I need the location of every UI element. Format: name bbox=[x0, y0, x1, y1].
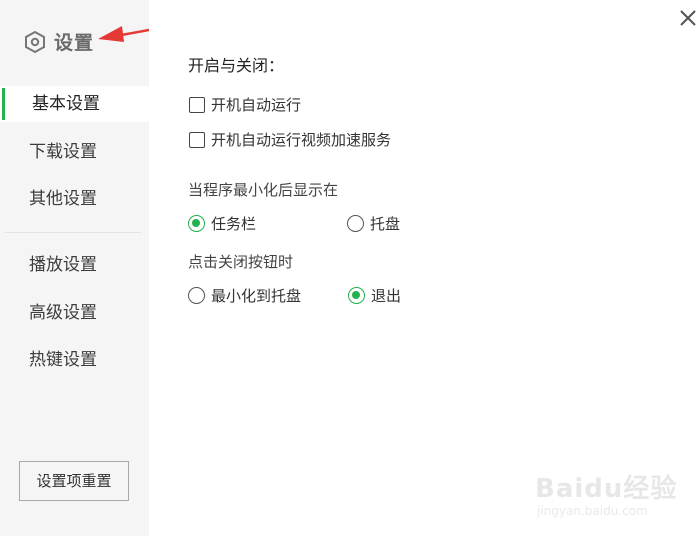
radio-label: 任务栏 bbox=[211, 215, 257, 233]
sidebar-item-label: 其他设置 bbox=[29, 189, 97, 209]
radio-indicator[interactable] bbox=[188, 215, 205, 232]
radio-label: 最小化到托盘 bbox=[211, 287, 302, 305]
radio-indicator[interactable] bbox=[188, 287, 205, 304]
checkbox-label: 开机自动运行视频加速服务 bbox=[211, 131, 392, 149]
settings-hexagon-icon bbox=[25, 30, 45, 53]
sidebar-item-playback[interactable]: 播放设置 bbox=[0, 247, 149, 283]
minimize-group-label: 当程序最小化后显示在 bbox=[188, 181, 339, 199]
main-panel: 开启与关闭： 开机自动运行 开机自动运行视频加速服务 当程序最小化后显示在 任务… bbox=[149, 0, 700, 536]
checkbox-label: 开机自动运行 bbox=[211, 96, 302, 114]
close-group-label: 点击关闭按钮时 bbox=[188, 253, 294, 271]
sidebar-item-download[interactable]: 下载设置 bbox=[0, 134, 149, 170]
radio-label: 托盘 bbox=[370, 215, 401, 233]
section-title-startup: 开启与关闭： bbox=[188, 56, 285, 75]
sidebar-item-label: 下载设置 bbox=[29, 142, 97, 162]
radio-minimize-to-tray[interactable]: 最小化到托盘 bbox=[188, 285, 301, 306]
sidebar-item-other[interactable]: 其他设置 bbox=[0, 181, 149, 217]
watermark-text: Baidu经验 bbox=[535, 474, 678, 504]
reset-settings-button[interactable]: 设置项重置 bbox=[19, 461, 129, 501]
sidebar-item-label: 播放设置 bbox=[29, 255, 97, 275]
radio-exit[interactable]: 退出 bbox=[348, 285, 401, 306]
close-icon[interactable] bbox=[676, 6, 700, 30]
radio-tray[interactable]: 托盘 bbox=[347, 213, 400, 234]
sidebar-item-label: 基本设置 bbox=[32, 94, 100, 114]
checkbox-box[interactable] bbox=[189, 131, 205, 148]
sidebar-item-hotkey[interactable]: 热键设置 bbox=[0, 342, 149, 378]
radio-indicator[interactable] bbox=[348, 287, 365, 304]
radio-label: 退出 bbox=[371, 287, 402, 305]
sidebar-item-label: 热键设置 bbox=[29, 350, 97, 370]
sidebar-item-label: 高级设置 bbox=[29, 303, 97, 323]
auto-start-checkbox[interactable]: 开机自动运行 bbox=[189, 94, 301, 115]
settings-title: 设置 bbox=[24, 28, 94, 55]
checkbox-box[interactable] bbox=[189, 96, 205, 113]
sidebar-item-advanced[interactable]: 高级设置 bbox=[0, 295, 149, 331]
page-title: 设置 bbox=[54, 32, 95, 54]
radio-taskbar[interactable]: 任务栏 bbox=[188, 213, 256, 234]
sidebar: 设置 基本设置 下载设置 其他设置 播放设置 高级设置 热键设置 设置项重置 bbox=[0, 0, 149, 536]
sidebar-item-basic[interactable]: 基本设置 bbox=[0, 86, 149, 122]
auto-start-accelerate-checkbox[interactable]: 开机自动运行视频加速服务 bbox=[189, 129, 391, 150]
watermark: Baidu经验 jingyan.baidu.com bbox=[535, 460, 685, 520]
sidebar-divider bbox=[5, 232, 141, 233]
radio-indicator[interactable] bbox=[347, 215, 364, 232]
watermark-url: jingyan.baidu.com bbox=[537, 504, 648, 518]
